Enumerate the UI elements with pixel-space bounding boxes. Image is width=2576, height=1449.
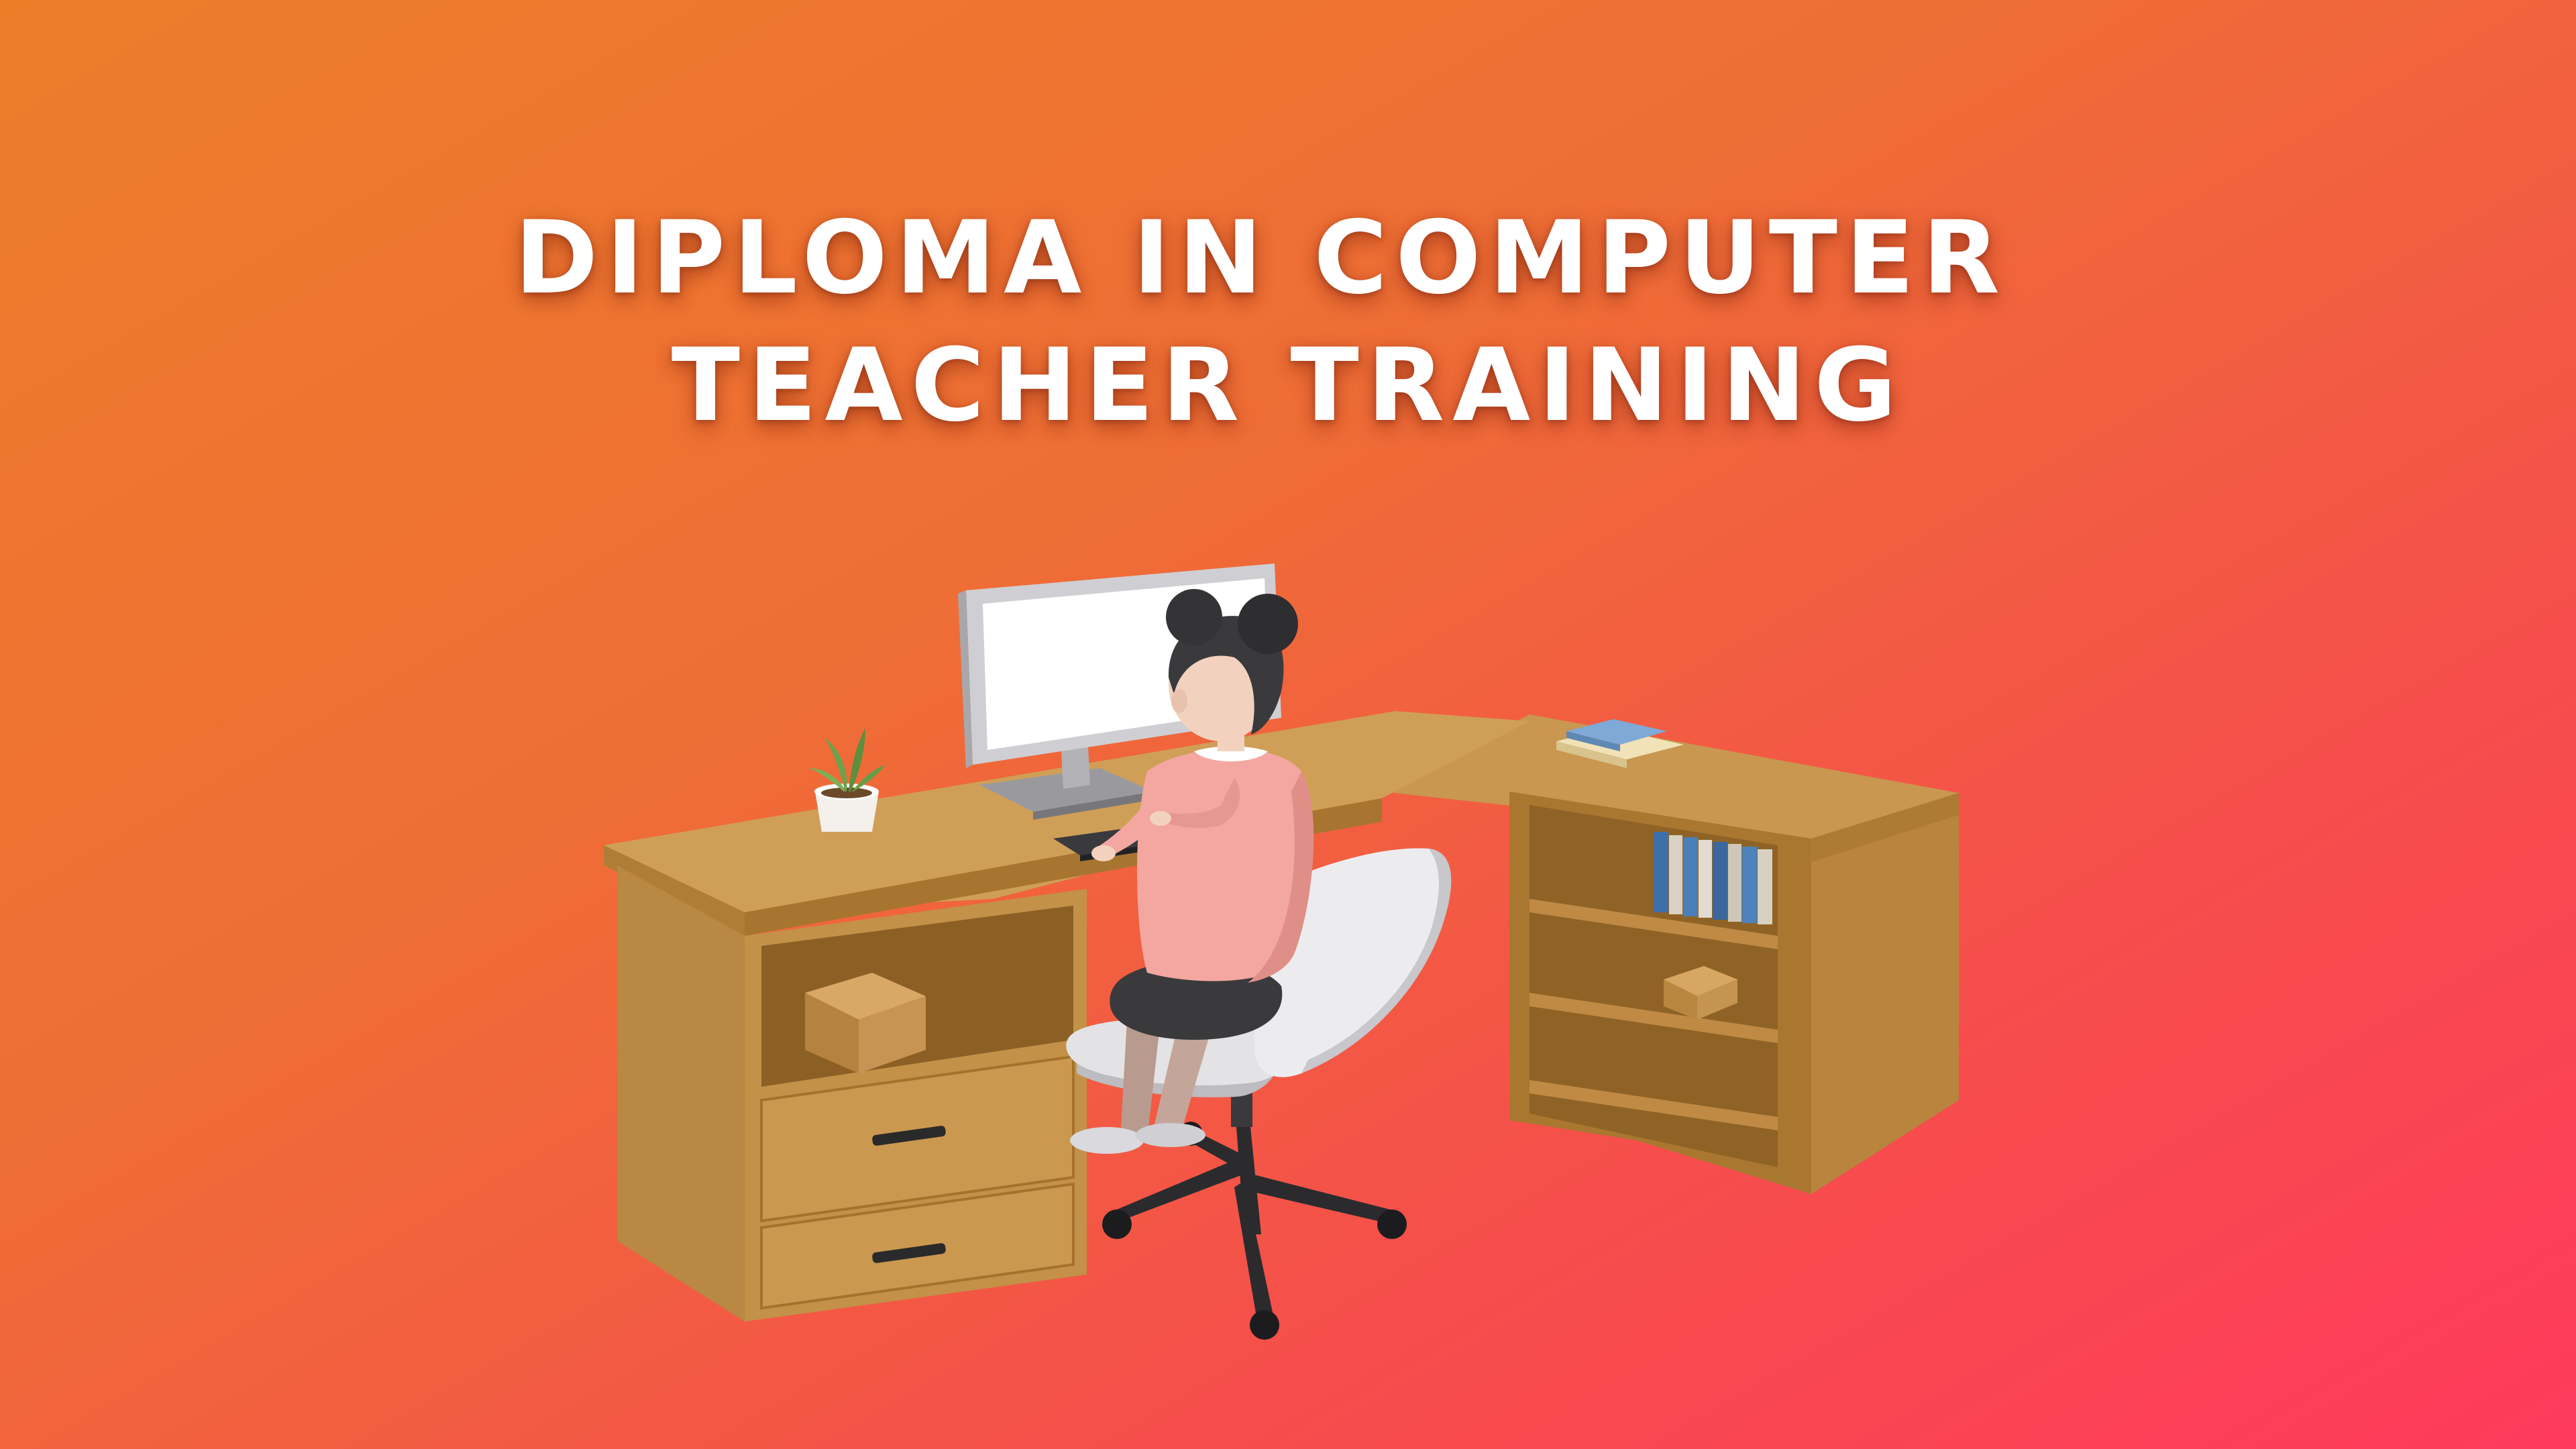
title-line-1: DIPLOMA IN COMPUTER <box>514 200 2008 317</box>
drawer-cabinet <box>617 865 1087 1322</box>
plant-icon <box>808 728 885 832</box>
banner-title: DIPLOMA IN COMPUTER TEACHER TRAINING <box>0 195 2576 449</box>
title-line-2: TEACHER TRAINING <box>671 327 1905 444</box>
desk-illustration <box>604 564 1959 1340</box>
